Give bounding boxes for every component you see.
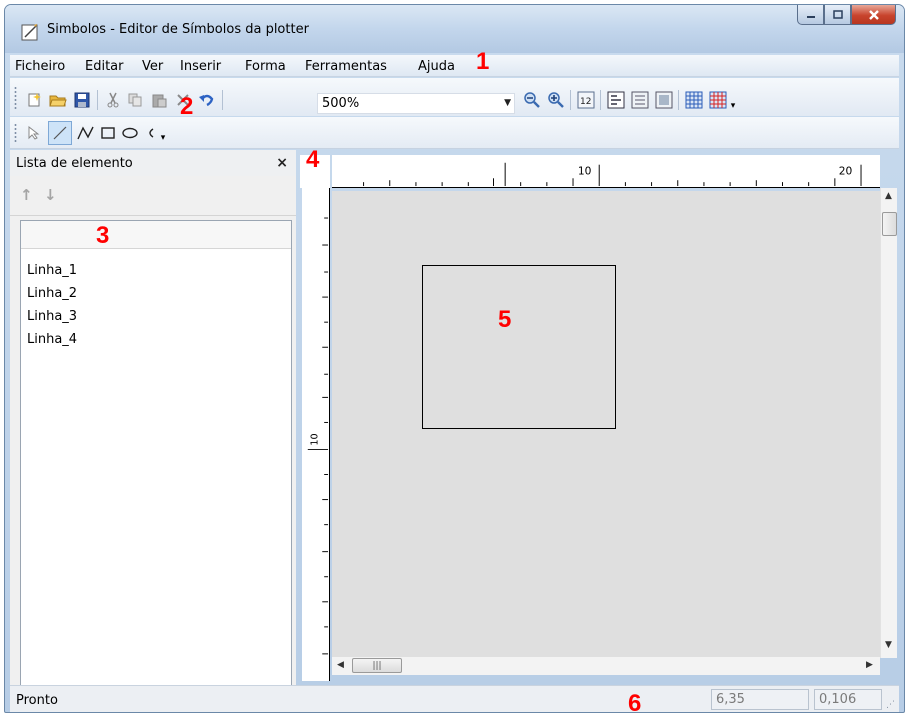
element-list: Linha_1 Linha_2 Linha_3 Linha_4 [20,220,292,690]
menu-editar[interactable]: Editar [85,59,124,74]
minimize-icon[interactable] [797,5,824,25]
fit-icon[interactable] [606,90,626,110]
properties-icon[interactable] [630,90,650,110]
move-down-icon[interactable]: ↓ [44,186,57,204]
cut-icon[interactable] [103,90,123,110]
zoom-out-icon[interactable] [522,90,542,110]
line-icon[interactable] [48,121,72,145]
menu-inserir[interactable]: Inserir [180,59,221,74]
rectangle-icon[interactable] [98,123,118,143]
scroll-down-icon[interactable]: ▼ [885,640,892,650]
toolbar-separator [678,90,679,110]
status-bar: Pronto 6,35 0,106 ⋰ [10,685,899,712]
grid-icon[interactable] [684,90,704,110]
callout-label: 1 [476,48,490,75]
canvas-rectangle-shape[interactable] [422,265,616,429]
list-item[interactable]: Linha_3 [21,305,291,328]
status-text: Pronto [16,693,58,708]
polyline-icon[interactable] [76,123,96,143]
zoom-value: 500% [322,96,360,111]
window-controls [797,5,896,25]
grip-lines-icon: ||| [372,660,382,671]
vertical-ruler: 10 [302,188,330,681]
ruler-label: 10 [578,164,592,177]
list-header [21,221,291,249]
pointer-icon[interactable] [24,123,44,143]
chevron-down-icon[interactable]: ▼ [504,98,511,108]
toolbar-overflow-icon[interactable]: ▾ [728,100,738,112]
panel-close-button[interactable]: × [276,155,288,171]
panel-title: Lista de elemento [16,156,133,171]
toolbar-separator [97,90,98,110]
open-folder-icon[interactable] [48,90,68,110]
status-y-coordinate: 0,106 [814,689,882,710]
toolbar-overflow-icon[interactable]: ▾ [158,131,168,145]
new-file-icon[interactable] [24,90,44,110]
ellipse-icon[interactable] [120,123,140,143]
ruler-label: 20 [839,164,853,177]
ruler-label: 10 [309,433,320,445]
main-toolbar: 500% ▼ 12 ▾ [10,78,899,116]
zoom-number-icon[interactable]: 12 [576,90,596,110]
draw-toolbar: ▾ [10,117,899,149]
undo-icon[interactable] [197,90,217,110]
callout-label: 2 [180,93,194,120]
element-list-panel: Lista de elemento × ↑ ↓ Linha_1 Linha_2 … [10,150,296,690]
arc-icon[interactable] [140,123,160,143]
zoom-in-icon[interactable] [546,90,566,110]
toolbar-grip[interactable] [14,123,17,143]
scroll-up-icon[interactable]: ▲ [885,191,892,201]
title-bar: Simbolos - Editor de Símbolos da plotter [5,5,904,53]
callout-label: 3 [96,222,110,249]
callout-label: 4 [306,146,320,173]
list-item[interactable]: Linha_2 [21,282,291,305]
image-icon[interactable] [654,90,674,110]
move-up-icon[interactable]: ↑ [20,186,33,204]
menu-ver[interactable]: Ver [142,59,163,74]
menu-ferramentas[interactable]: Ferramentas [305,59,387,74]
toolbar-grip[interactable] [14,86,17,110]
callout-label: 6 [628,690,642,717]
paste-icon[interactable] [149,90,169,110]
menu-bar: Ficheiro Editar Ver Inserir Forma Ferram… [10,55,899,77]
svg-text:12: 12 [580,97,591,107]
close-icon[interactable] [851,5,896,25]
toolbar-separator [600,90,601,110]
editor-app-icon [21,24,38,41]
window-title: Simbolos - Editor de Símbolos da plotter [47,22,309,37]
save-icon[interactable] [72,90,92,110]
menu-ajuda[interactable]: Ajuda [418,59,455,74]
list-item[interactable]: Linha_4 [21,328,291,351]
vertical-scroll-thumb[interactable] [882,212,897,236]
maximize-icon[interactable] [824,5,851,25]
scroll-left-icon[interactable]: ◀ [337,660,344,670]
zoom-combo[interactable]: 500% ▼ [317,93,515,114]
scroll-right-icon[interactable]: ▶ [866,660,873,670]
horizontal-ruler: 10 20 [332,155,880,188]
resize-grip-icon[interactable]: ⋰ [886,700,895,710]
panel-order-buttons: ↑ ↓ [10,176,296,216]
toolbar-separator [222,90,223,110]
callout-label: 5 [498,306,512,333]
menu-forma[interactable]: Forma [245,59,286,74]
menu-ficheiro[interactable]: Ficheiro [15,59,65,74]
toolbar-separator [570,90,571,110]
vertical-scrollbar[interactable]: ▲ ▼ [880,188,897,658]
horizontal-scroll-thumb[interactable]: ||| [352,658,402,673]
status-x-coordinate: 6,35 [711,689,809,710]
horizontal-scrollbar[interactable]: ◀ ||| ▶ [332,657,880,675]
grid-red-icon[interactable] [708,90,728,110]
drawing-canvas[interactable] [332,191,880,657]
app-window: Simbolos - Editor de Símbolos da plotter… [4,4,905,713]
panel-header: Lista de elemento × [10,150,296,176]
list-item[interactable]: Linha_1 [21,259,291,282]
copy-icon[interactable] [125,90,145,110]
